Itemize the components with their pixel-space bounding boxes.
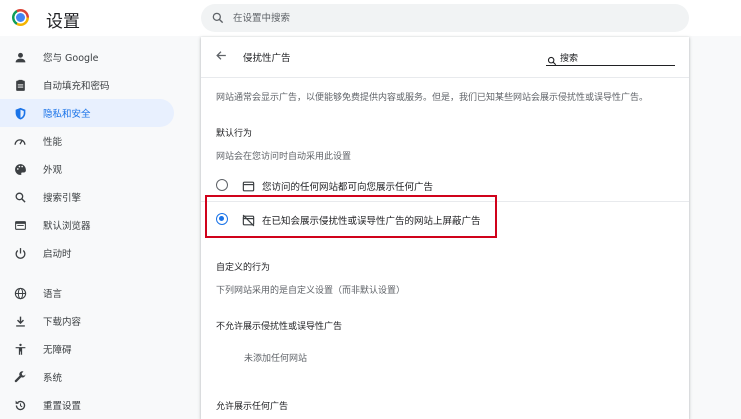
sidebar-item-label: 启动时 [43,249,72,260]
page-search-field[interactable]: 搜索 [546,48,675,66]
sidebar-item-autofill[interactable]: 自动填充和密码 [0,71,174,99]
sidebar-item-label: 默认浏览器 [43,221,91,232]
default-behavior-subheading: 网站会在您访问时自动采用此设置 [216,152,352,162]
sidebar-item-label: 下载内容 [43,317,82,328]
allowed-sites-heading: 允许展示任何广告 [216,402,289,412]
sidebar-item-label: 无障碍 [43,345,72,356]
wrench-icon [13,370,27,384]
download-icon [13,314,27,328]
sidebar-item-reset[interactable]: 重置设置 [0,391,174,419]
power-icon [13,246,27,260]
sidebar-item-label: 系统 [43,373,63,384]
highlight-annotation-box [205,195,497,238]
clipboard-icon [13,78,27,92]
person-icon [13,50,27,64]
sidebar-item-label: 语言 [43,289,63,300]
sidebar-item-search-engine[interactable]: 搜索引擎 [0,183,174,211]
sidebar-item-label: 外观 [43,165,63,176]
default-behavior-heading: 默认行为 [216,129,253,139]
settings-search-input[interactable] [233,4,673,32]
sidebar-item-default-browser[interactable]: 默认浏览器 [0,211,174,239]
sidebar-item-on-startup[interactable]: 启动时 [0,239,174,267]
radio-option-allow-all[interactable]: 您访问的任何网站都可向您展示任何广告 [201,173,689,197]
sidebar-item-label: 自动填充和密码 [43,81,110,92]
top-bar: 设置 [0,0,741,36]
browser-icon [13,218,27,232]
divider [201,77,689,78]
sidebar-item-label: 重置设置 [43,401,82,412]
sidebar-item-label: 隐私和安全 [43,109,91,120]
search-icon [211,10,225,29]
app-title: 设置 [46,12,80,32]
palette-icon [13,162,27,176]
search-icon [547,51,557,70]
custom-behavior-heading: 自定义的行为 [216,263,271,273]
accessibility-icon [13,342,27,356]
back-arrow-icon[interactable] [215,49,228,66]
settings-search-box[interactable] [201,4,689,32]
sidebar-item-languages[interactable]: 语言 [0,279,174,307]
sidebar-item-accessibility[interactable]: 无障碍 [0,335,174,363]
sidebar-item-performance[interactable]: 性能 [0,127,174,155]
chrome-logo-icon [12,9,29,26]
description-text: 网站通常会显示广告，以便能够免费提供内容或服务。但是，我们已知某些网站会展示侵扰… [216,93,649,103]
globe-icon [13,286,27,300]
blocked-sites-empty-text: 未添加任何网站 [244,354,308,364]
radio-button[interactable] [216,179,228,191]
sidebar-item-privacy[interactable]: 隐私和安全 [0,99,174,127]
sidebar-item-appearance[interactable]: 外观 [0,155,174,183]
sidebar-item-label: 搜索引擎 [43,193,82,204]
reset-icon [13,398,27,412]
sidebar-item-you-and-google[interactable]: 您与 Google [0,43,174,71]
card-header: 侵扰性广告 搜索 [201,37,689,77]
sidebar-item-downloads[interactable]: 下载内容 [0,307,174,335]
sidebar-item-system[interactable]: 系统 [0,363,174,391]
page-search-label: 搜索 [560,54,579,64]
sidebar-item-label: 性能 [43,137,63,148]
speedometer-icon [13,134,27,148]
sidebar-nav: 您与 Google 自动填充和密码 隐私和安全 性能 外观 搜索引擎 默认浏览器… [0,43,180,419]
sidebar-item-label: 您与 Google [43,53,99,64]
custom-behavior-subheading: 下列网站采用的是自定义设置（而非默认设置） [216,286,406,296]
radio-label: 您访问的任何网站都可向您展示任何广告 [262,182,434,193]
search-icon [13,190,27,204]
page-title: 侵扰性广告 [243,53,291,64]
shield-icon [13,106,27,120]
blocked-sites-heading: 不允许展示侵扰性或误导性广告 [216,322,343,332]
